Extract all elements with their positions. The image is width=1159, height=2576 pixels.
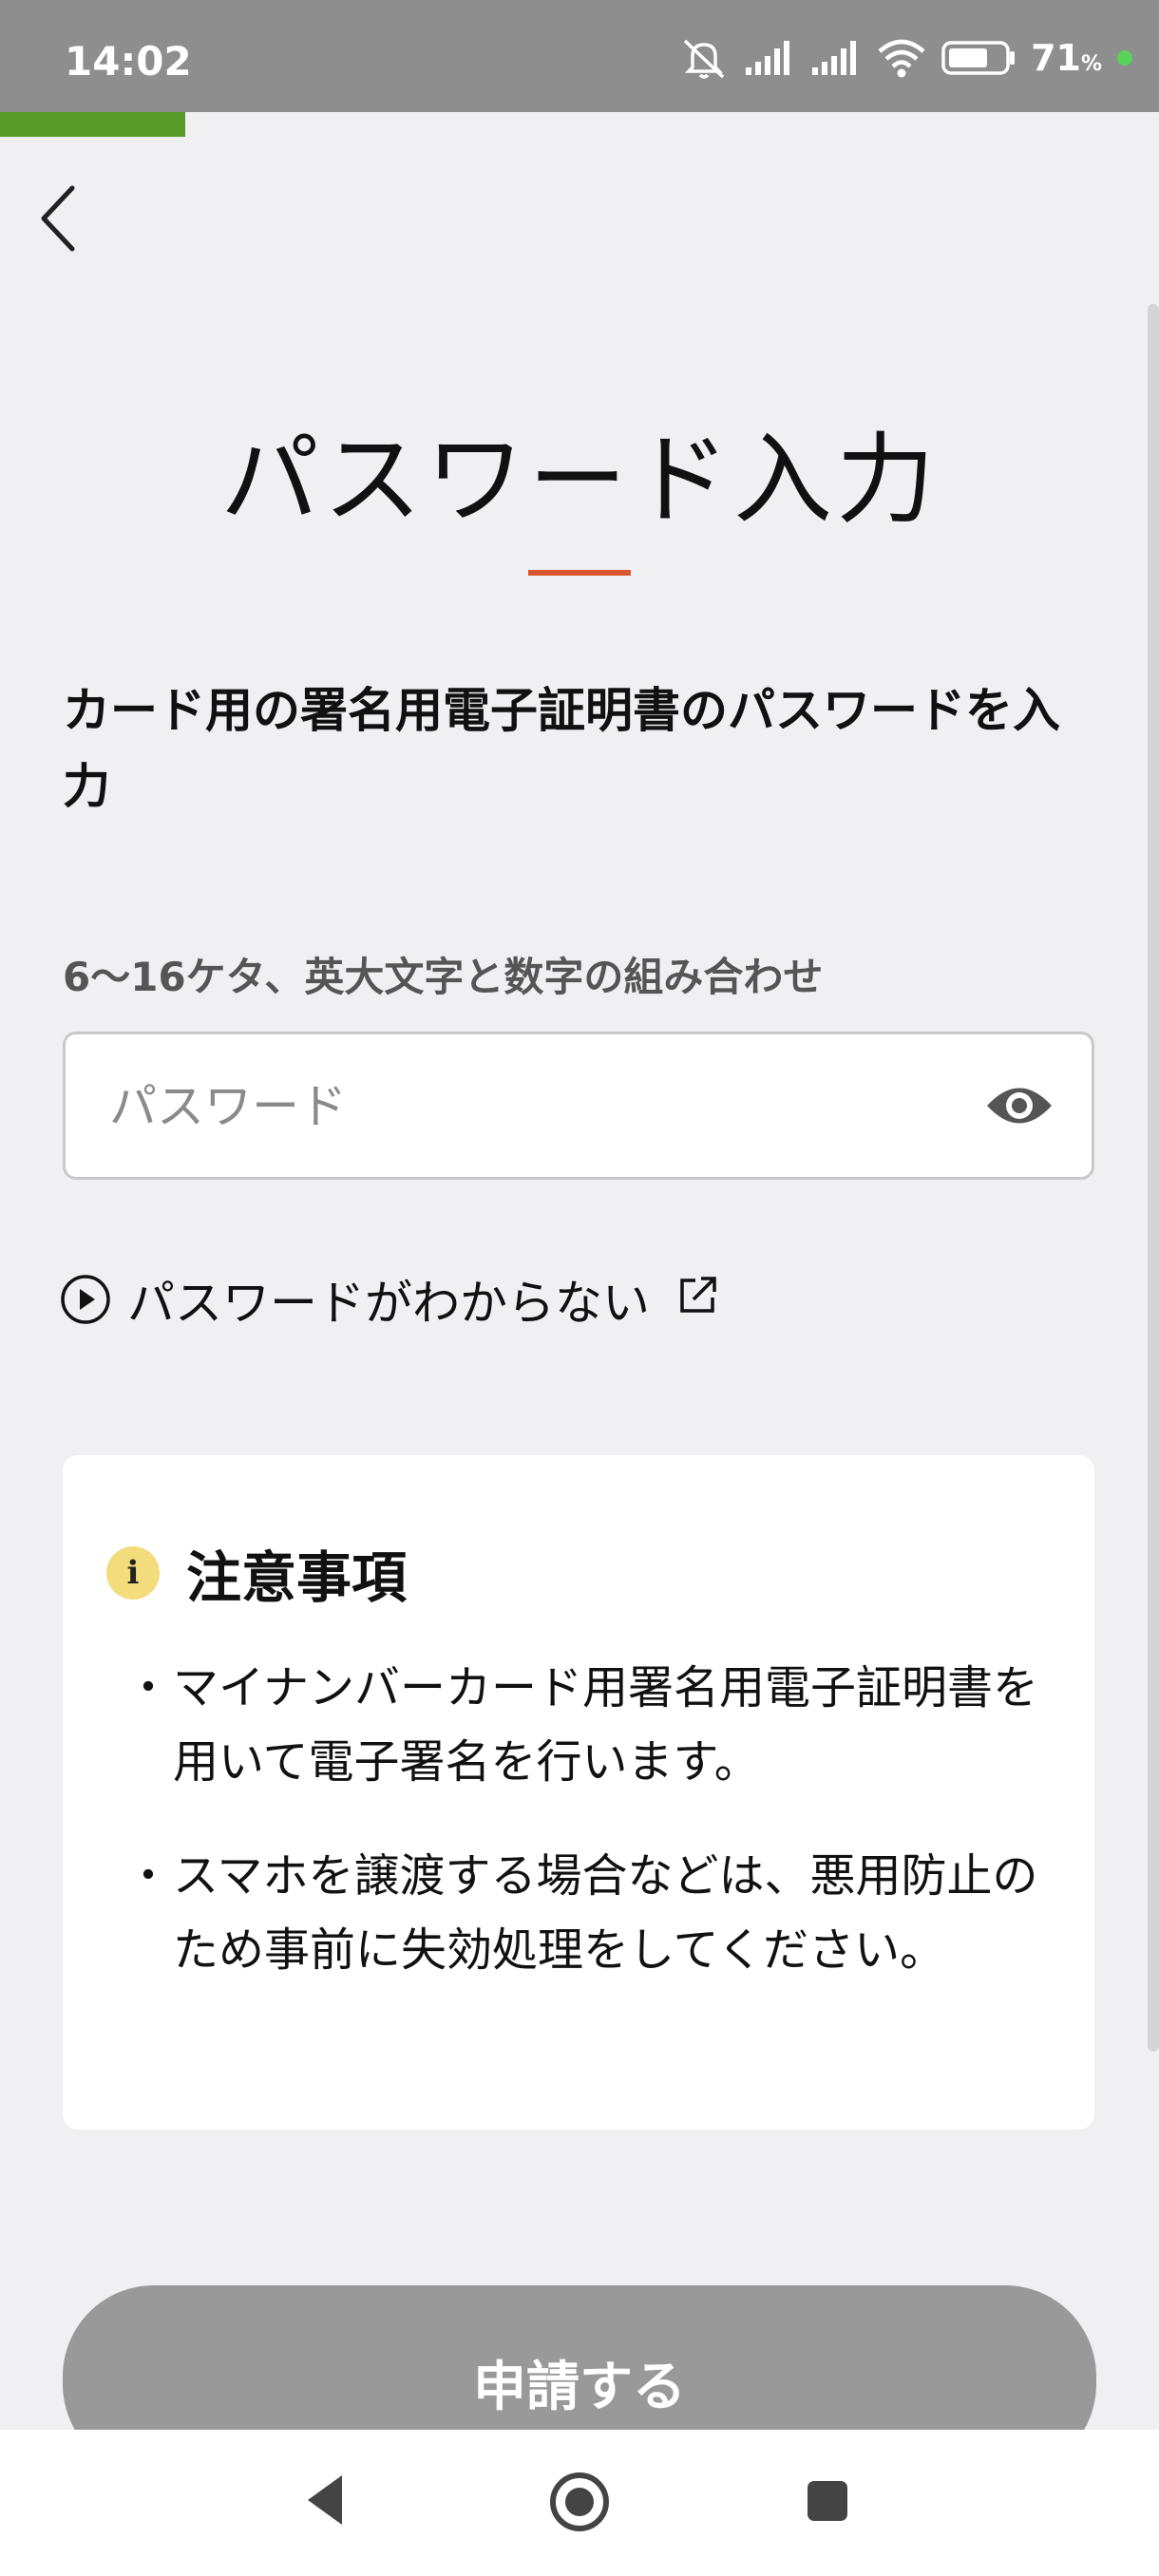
mute-icon <box>683 39 725 79</box>
notes-list: マイナンバーカード用署名用電子証明書を用いて電子署名を行います。 スマホを譲渡す… <box>125 1651 1041 1987</box>
external-link-icon <box>680 1277 716 1313</box>
forgot-password-label: パスワードがわからない <box>127 1276 650 1331</box>
navigation-bar <box>0 2430 1159 2576</box>
instruction-text: カード用の署名用電子証明書のパスワードを入力 <box>63 683 1060 814</box>
scrollbar[interactable] <box>1148 304 1159 2052</box>
notes-card: i 注意事項 マイナンバーカード用署名用電子証明書を用いて電子署名を行います。 … <box>63 1455 1094 2130</box>
password-field <box>63 1032 1094 1180</box>
nav-home-icon[interactable] <box>547 2470 612 2534</box>
page-title: パスワード入力 <box>219 422 939 538</box>
forgot-password-link[interactable]: パスワードがわからない <box>59 1261 718 1337</box>
title-underline <box>528 570 631 576</box>
notes-header: i 注意事項 <box>106 1533 407 1613</box>
note-item: スマホを譲渡する場合などは、悪用防止のため事前に失効処理をしてください。 <box>125 1839 1041 1987</box>
progress-bar <box>0 112 1159 137</box>
password-hint: 6〜16ケタ、英大文字と数字の組み合わせ <box>63 954 824 1000</box>
nav-back-icon[interactable] <box>302 2472 350 2529</box>
chevron-left-icon <box>41 185 75 252</box>
info-icon: i <box>106 1546 160 1600</box>
progress-fill <box>0 112 186 137</box>
note-item: マイナンバーカード用署名用電子証明書を用いて電子署名を行います。 <box>125 1651 1041 1799</box>
signal-icon <box>812 41 857 75</box>
show-password-button[interactable] <box>983 1072 1055 1139</box>
battery-level: 71% <box>1031 37 1102 79</box>
password-input[interactable] <box>107 1034 966 1179</box>
eye-icon <box>987 1088 1052 1124</box>
notes-title: 注意事項 <box>186 1545 408 1610</box>
battery-icon <box>941 41 1016 75</box>
status-time: 14:02 <box>65 38 192 85</box>
signal-icon <box>746 41 790 75</box>
status-icons: 71% <box>679 34 1132 82</box>
play-circle-icon <box>61 1275 110 1324</box>
wifi-icon <box>878 39 925 78</box>
nav-recent-icon[interactable] <box>806 2479 849 2523</box>
privacy-indicator-dot <box>1117 50 1132 66</box>
back-button[interactable] <box>34 180 82 256</box>
status-bar: 14:02 71% <box>0 0 1159 112</box>
